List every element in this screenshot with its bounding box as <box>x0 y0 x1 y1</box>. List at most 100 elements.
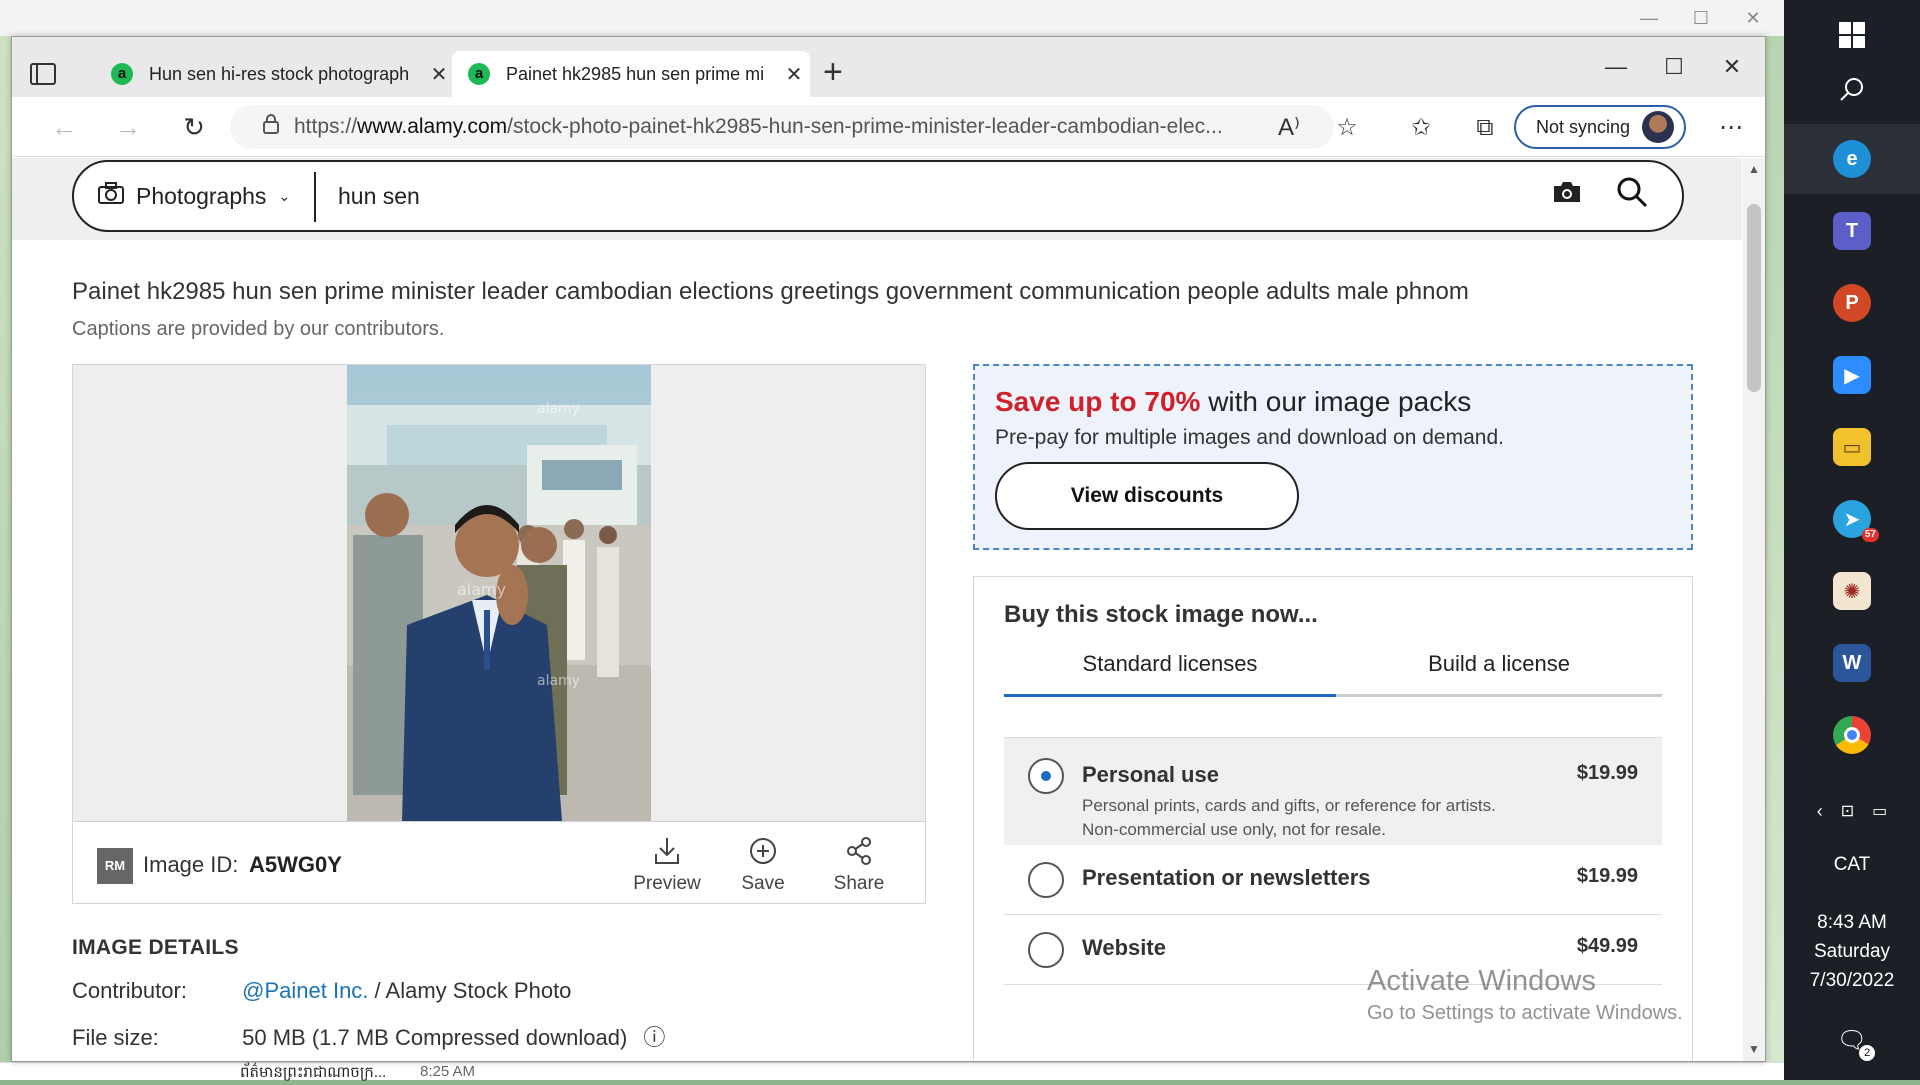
license-price: $19.99 <box>1576 865 1638 887</box>
favorites-icon[interactable]: ✩ <box>1404 111 1438 145</box>
license-price: $49.99 <box>1576 935 1638 957</box>
new-tab-icon[interactable]: + <box>823 55 843 89</box>
maximize-icon[interactable]: ☐ <box>1654 49 1694 85</box>
refresh-icon[interactable]: ↻ <box>174 107 214 147</box>
back-arrow-icon[interactable]: ← <box>44 107 84 147</box>
category-dropdown[interactable]: Photographs ⌄ <box>98 162 290 230</box>
telegram-icon: ➤ 57 <box>1833 500 1879 542</box>
taskbar-teams[interactable]: T <box>1784 196 1920 266</box>
taskbar-edge[interactable]: e <box>1784 124 1920 194</box>
tab-close-icon[interactable]: ✕ <box>778 62 810 87</box>
collections-icon[interactable]: ⧉ <box>1468 111 1502 145</box>
taskbar-word[interactable]: W <box>1784 628 1920 698</box>
tab-hun-sen-search[interactable]: a Hun sen hi-res stock photograph ✕ <box>95 51 455 97</box>
buy-heading: Buy this stock image now... <box>1004 601 1318 628</box>
telegram-badge: 57 <box>1861 528 1879 542</box>
address-bar: ← → ↻ https://www.alamy.com/stock-photo-… <box>12 97 1765 157</box>
preview-button[interactable]: Preview <box>627 836 707 895</box>
language-indicator[interactable]: CAT <box>1784 850 1920 879</box>
taskbar-zoom[interactable]: ▶ <box>1784 340 1920 410</box>
maximize-icon[interactable]: ☐ <box>1686 6 1716 30</box>
svg-text:alamy: alamy <box>537 401 580 417</box>
share-label: Share <box>833 873 885 894</box>
taskbar-powerpoint[interactable]: P <box>1784 268 1920 338</box>
taskbar-file-explorer[interactable]: ▭ <box>1784 412 1920 482</box>
tab-standard-licenses[interactable]: Standard licenses <box>1004 651 1336 697</box>
tab-close-icon[interactable]: ✕ <box>423 62 455 87</box>
view-discounts-button[interactable]: View discounts <box>995 462 1299 530</box>
browser-window: a Hun sen hi-res stock photograph ✕ a Pa… <box>11 36 1766 1062</box>
download-icon <box>627 836 707 873</box>
url-path: /stock-photo-painet-hk2985-hun-sen-prime… <box>507 115 1223 138</box>
image-details-heading: IMAGE DETAILS <box>72 936 239 959</box>
contributor-label: Contributor: <box>72 978 187 1003</box>
edge-icon: e <box>1833 140 1871 178</box>
taskbar-telegram[interactable]: ➤ 57 <box>1784 484 1920 554</box>
radio-presentation[interactable] <box>1028 862 1064 898</box>
contributor-link[interactable]: @Painet Inc. <box>242 978 368 1003</box>
notification-count: 2 <box>1859 1044 1876 1061</box>
rights-managed-badge: RM <box>97 848 133 884</box>
radio-website[interactable] <box>1028 932 1064 968</box>
preview-label: Preview <box>633 873 701 894</box>
search-input[interactable]: hun sen <box>338 162 420 230</box>
info-icon[interactable]: ⓘ <box>643 1025 665 1050</box>
search-icon[interactable] <box>1616 176 1648 216</box>
search-icon <box>1840 78 1863 101</box>
buy-panel: Buy this stock image now... Standard lic… <box>973 576 1693 1061</box>
profile-button[interactable]: Not syncing <box>1514 105 1686 149</box>
plus-circle-icon <box>723 836 803 873</box>
vertical-scrollbar[interactable]: ▲ ▼ <box>1743 158 1765 1061</box>
more-menu-icon[interactable]: ⋯ <box>1714 111 1748 145</box>
search-strip: Photographs ⌄ hun sen <box>12 158 1742 240</box>
license-option-presentation[interactable]: Presentation or newsletters $19.99 <box>1004 845 1662 915</box>
scrollbar-thumb[interactable] <box>1747 204 1761 392</box>
image-caption: Painet hk2985 hun sen prime minister lea… <box>72 278 1469 305</box>
tab-painet-photo[interactable]: a Painet hk2985 hun sen prime mi ✕ <box>452 51 810 97</box>
save-button[interactable]: Save <box>723 836 803 895</box>
promo-highlight: Save up to 70% <box>995 386 1201 417</box>
alamy-favicon-icon: a <box>111 63 133 85</box>
seal-icon: ✺ <box>1833 572 1871 610</box>
search-bar: Photographs ⌄ hun sen <box>72 160 1684 232</box>
license-option-website[interactable]: Website $49.99 <box>1004 915 1662 985</box>
network-icon: ⊡ <box>1840 803 1855 820</box>
promo-headline: Save up to 70% with our image packs <box>995 386 1471 418</box>
camera-icon <box>98 181 124 211</box>
forward-arrow-icon[interactable]: → <box>108 107 148 147</box>
search-divider <box>314 172 316 222</box>
license-name: Personal use <box>1082 762 1219 787</box>
image-area[interactable]: alamy alamy alamy <box>73 365 925 821</box>
scroll-down-icon[interactable]: ▼ <box>1748 1042 1760 1056</box>
license-name: Website <box>1082 935 1166 960</box>
share-button[interactable]: Share <box>819 836 899 895</box>
minimize-icon[interactable]: — <box>1634 6 1664 30</box>
close-icon[interactable]: ✕ <box>1712 49 1752 85</box>
tab-actions-icon[interactable] <box>30 63 56 85</box>
battery-icon: ▭ <box>1872 803 1888 820</box>
save-label: Save <box>741 873 785 894</box>
add-favorite-icon[interactable]: ☆ <box>1330 111 1364 145</box>
word-icon: W <box>1833 644 1871 682</box>
clock-time[interactable]: 8:43 AM <box>1784 908 1920 937</box>
image-id-value: A5WG0Y <box>249 852 342 877</box>
tab-build-license[interactable]: Build a license <box>1336 651 1662 677</box>
license-option-personal[interactable]: Personal use $19.99 Personal prints, car… <box>1004 737 1662 845</box>
alamy-favicon-icon: a <box>468 63 490 85</box>
radio-personal[interactable] <box>1028 758 1064 794</box>
image-footer: RM Image ID: A5WG0Y Preview Save Share <box>73 821 925 904</box>
stock-photo[interactable]: alamy alamy alamy <box>347 365 651 821</box>
minimize-icon[interactable]: — <box>1596 49 1636 85</box>
taskbar-chrome[interactable] <box>1784 700 1920 770</box>
taskbar-app-seal[interactable]: ✺ <box>1784 556 1920 626</box>
read-aloud-icon[interactable]: A⁾ <box>1272 111 1306 145</box>
url-field[interactable]: https://www.alamy.com/stock-photo-painet… <box>230 105 1334 149</box>
chevron-left-icon: ‹ <box>1816 800 1823 821</box>
license-desc-2: Non-commercial use only, not for resale. <box>1082 820 1386 839</box>
search-button[interactable] <box>1784 54 1920 124</box>
system-tray-icons[interactable]: ‹ ⊡ ▭ <box>1784 786 1920 836</box>
notification-center-button[interactable]: 🗨 2 <box>1784 1010 1920 1070</box>
scroll-up-icon[interactable]: ▲ <box>1748 162 1760 176</box>
reverse-image-search-icon[interactable] <box>1552 180 1582 211</box>
close-icon[interactable]: ✕ <box>1738 6 1768 30</box>
